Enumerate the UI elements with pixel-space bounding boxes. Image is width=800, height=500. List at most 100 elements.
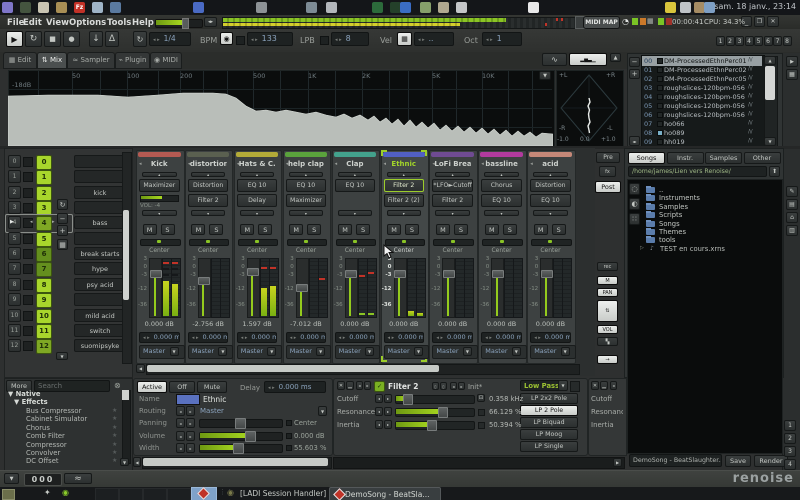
device-scroll-down[interactable]: ▾: [142, 210, 177, 216]
stepper-arrows-icon[interactable]: ◂ ▸: [486, 37, 493, 43]
param-inc-button[interactable]: ▸: [384, 407, 392, 416]
sequencer-label-mild-acid[interactable]: mild acid: [74, 309, 126, 322]
follow-pattern-button[interactable]: ↓: [89, 31, 103, 47]
song-name-field[interactable]: DemoSong - BeatSlaughter..: [629, 454, 722, 467]
pattern-block-9[interactable]: 9: [36, 293, 52, 308]
routing-dropdown-arrow[interactable]: ▼: [463, 347, 472, 356]
solo-button[interactable]: S: [503, 224, 517, 235]
mixer-view-button-0[interactable]: rec: [597, 262, 618, 271]
favorite-star-icon[interactable]: ★: [112, 457, 117, 464]
track-delay-field[interactable]: ◂ ▸0.000 ms: [237, 332, 278, 343]
fader-knob[interactable]: [345, 270, 357, 278]
effect-item-chorus[interactable]: Chorus: [26, 424, 50, 432]
browser-preset-button-3[interactable]: 3: [784, 446, 796, 457]
sequencer-label[interactable]: [74, 201, 126, 214]
browser-up-button[interactable]: ⬆: [769, 166, 780, 177]
routing-dropdown-arrow[interactable]: ▼: [316, 347, 325, 356]
tab-edit[interactable]: ▦ Edit: [3, 52, 37, 69]
image-icon[interactable]: [306, 2, 317, 13]
save-button[interactable]: Save: [725, 455, 751, 467]
pencil-icon[interactable]: [680, 2, 691, 13]
track-collapse-icon[interactable]: ◂: [530, 161, 533, 167]
effects-scroll-thumb[interactable]: [122, 390, 129, 400]
track-color-swatch[interactable]: [176, 394, 200, 405]
package-icon[interactable]: [372, 2, 383, 13]
device-copy-button[interactable]: ▯: [432, 382, 439, 390]
prop-inc-button[interactable]: ▸: [186, 443, 195, 453]
mute-button[interactable]: M: [191, 224, 205, 235]
quantize-icon-button[interactable]: ↻: [133, 31, 147, 47]
sequencer-label[interactable]: [74, 170, 126, 183]
browser-folder-Samples[interactable]: Samples: [659, 203, 688, 211]
device-button-eq-10[interactable]: EQ 10: [530, 194, 571, 207]
play-button[interactable]: ▶: [6, 31, 23, 47]
track-name[interactable]: Kick: [151, 160, 168, 168]
effects-search-input[interactable]: [34, 380, 110, 392]
instrument-name[interactable]: roughslices-120bpm-056 0048: [664, 102, 746, 110]
track-delay-field[interactable]: ◂ ▸0.000 ms: [481, 332, 522, 343]
stepper-arrows-icon[interactable]: ◂ ▸: [251, 37, 258, 43]
device-scroll-up[interactable]: ▴: [240, 172, 275, 177]
fader-track[interactable]: [540, 258, 553, 318]
instrument-name[interactable]: DM-ProcessedEthnPerc01: [664, 57, 746, 65]
preset-button-6[interactable]: 6: [764, 36, 773, 46]
track-delay-field[interactable]: ◂ ▸0.000 ms: [432, 332, 473, 343]
metronome-button[interactable]: Δ: [105, 31, 119, 47]
instrument-add-button[interactable]: +: [629, 69, 640, 79]
routing-open-button[interactable]: ▼: [318, 406, 327, 416]
restore-button[interactable]: ❐: [754, 16, 765, 27]
instrument-name[interactable]: roughslices-120bpm-056 0050: [664, 93, 746, 101]
track-delay-value-field[interactable]: ◂ ▸0.000 ms: [264, 381, 326, 393]
pattern-block-12[interactable]: 12: [36, 339, 52, 354]
browser-path-field[interactable]: /home/james/Lien vers Renoise/: [628, 166, 767, 177]
sequencer-label-kick[interactable]: kick: [74, 186, 126, 199]
menu-help[interactable]: Help: [132, 18, 154, 28]
panic-button[interactable]: ◂▸: [204, 17, 217, 27]
sequencer-label-hype[interactable]: hype: [74, 262, 126, 275]
browser-detail-icon[interactable]: ∷: [629, 213, 640, 225]
sequencer-mute-box[interactable]: [23, 295, 33, 305]
device-scroll-up[interactable]: ▴: [142, 172, 177, 177]
taskbar-ladi-label[interactable]: [LADI Session Handler]: [240, 489, 326, 498]
track-delay-field[interactable]: ◂ ▸0.000 ms: [188, 332, 229, 343]
track-delay-field[interactable]: ◂ ▸0.000 ms: [530, 332, 571, 343]
browser-file-xrns[interactable]: TEST en cours.xrns: [660, 245, 725, 253]
effects-group-effects[interactable]: ▼ Effects: [14, 398, 48, 406]
pattern-block-0[interactable]: 0: [36, 155, 52, 170]
sequencer-mute-box[interactable]: [23, 311, 33, 321]
device-close-button[interactable]: ✕: [337, 381, 345, 390]
app-icon[interactable]: [256, 2, 267, 13]
stepper-arrows-icon[interactable]: ◂ ▸: [143, 335, 150, 341]
tray-net-icon[interactable]: ◉: [62, 488, 69, 497]
device-button-chorus[interactable]: Chorus: [481, 179, 522, 192]
track-name[interactable]: acid: [542, 160, 558, 168]
device-scroll-up[interactable]: ▴: [533, 172, 568, 177]
stepper-arrows-icon[interactable]: ◂ ▸: [485, 335, 492, 341]
device-button-eq-10[interactable]: EQ 10: [286, 179, 327, 192]
instrument-scroll-thumb[interactable]: [765, 66, 775, 100]
stepper-arrows-icon[interactable]: ◂ ▸: [241, 335, 248, 341]
home-tool-icon[interactable]: ⌂: [786, 212, 798, 223]
track-name[interactable]: help clap: [288, 160, 324, 168]
sequencer-mute-box[interactable]: [23, 264, 33, 274]
sequencer-more-button[interactable]: ▼: [56, 352, 68, 360]
instrument-number[interactable]: 00: [644, 57, 652, 65]
pole-button-lp-biquad[interactable]: LP Biquad: [520, 417, 578, 428]
fader-knob[interactable]: [443, 270, 455, 278]
device-button-filter-2--2-[interactable]: Filter 2 (2): [384, 194, 425, 207]
prop-slider-knob[interactable]: [245, 431, 256, 442]
stepper-arrows-icon[interactable]: ◂ ▸: [534, 335, 541, 341]
pattern-block-8[interactable]: 8: [36, 278, 52, 293]
track-state-off[interactable]: Off: [169, 381, 195, 393]
favorite-star-icon[interactable]: ★: [112, 424, 117, 431]
routing-dropdown-arrow[interactable]: ▼: [170, 347, 179, 356]
sequencer-label-bass[interactable]: bass: [74, 216, 126, 229]
solo-button[interactable]: S: [454, 224, 468, 235]
routing-dropdown-arrow[interactable]: ▼: [512, 347, 521, 356]
spectrum-options-button[interactable]: ▼: [539, 71, 551, 80]
solo-button[interactable]: S: [405, 224, 419, 235]
track-name[interactable]: Clap: [346, 160, 363, 168]
solo-button[interactable]: S: [552, 224, 566, 235]
track-collapse-icon[interactable]: ◂: [335, 161, 338, 167]
instrument-name[interactable]: hh019: [664, 138, 685, 146]
